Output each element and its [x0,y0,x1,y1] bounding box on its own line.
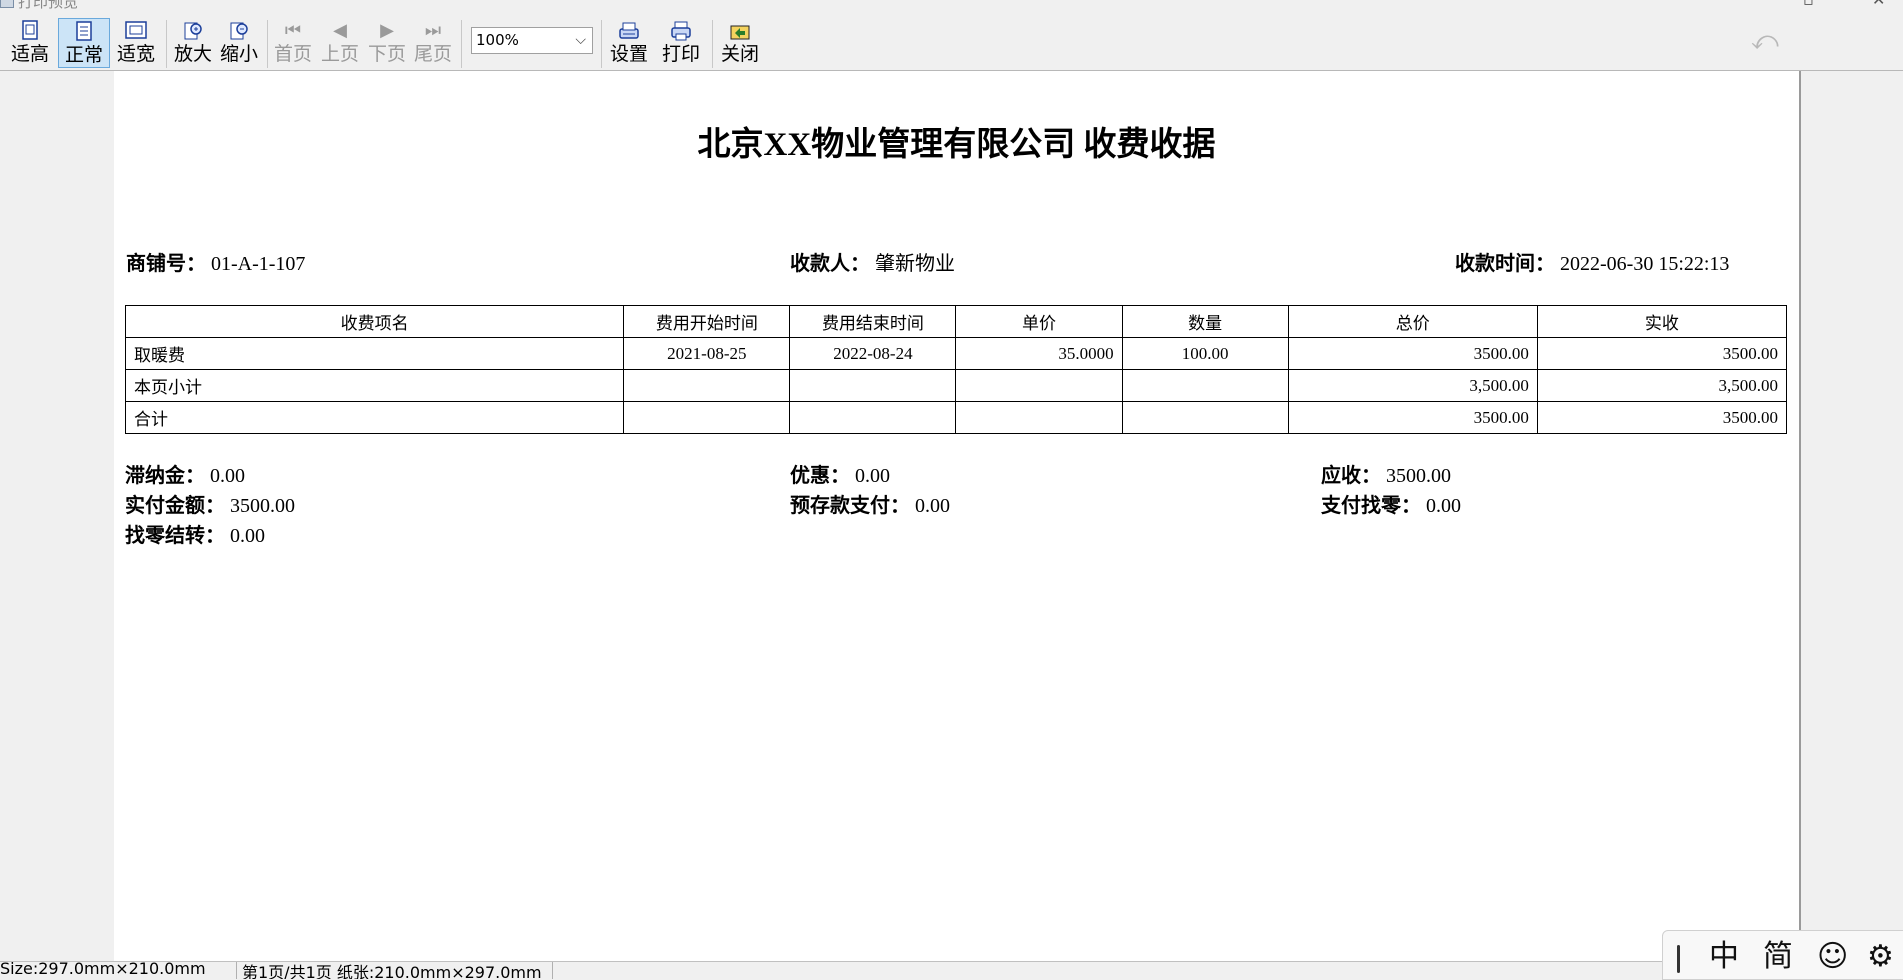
page-edge [1799,71,1801,961]
prev-page-button[interactable]: ◀ 上页 [319,18,361,68]
table-cell [623,369,791,402]
zoom-select[interactable]: 100% ⌵ [471,27,593,54]
toolbar: 适高 正常 适宽 放大 缩小 ⏮ 首页 ◀ 上页 ▶ 下页 ⏭ 尾页 100% … [0,14,1903,71]
table-row: 合计 3500.00 3500.00 [124,401,1788,434]
zoom-in-icon [182,20,204,42]
payee: 收款人： 肇新物业 [790,253,955,275]
fit-height-icon [19,20,41,42]
maximize-button[interactable]: ▫ [1803,0,1814,9]
table-cell: 取暖费 [124,337,625,370]
receivable: 应收： 3500.00 [1321,465,1451,487]
table-cell: 3,500.00 [1536,369,1788,402]
close-button[interactable]: 关闭 [718,18,762,68]
column-header: 费用开始时间 [623,305,791,338]
drag-handle[interactable] [1677,945,1680,973]
column-header: 实收 [1536,305,1788,338]
table-cell [789,401,957,434]
column-header: 总价 [1287,305,1538,338]
first-page-icon: ⏮ [284,20,302,41]
status-divider [552,962,553,979]
column-header: 费用结束时间 [789,305,957,338]
close-window-button[interactable]: ✕ [1872,0,1885,9]
table-cell: 3500.00 [1536,337,1788,370]
receipt-page: 北京XX物业管理有限公司 收费收据 商铺号： 01-A-1-107 收款人： 肇… [114,71,1799,961]
table-cell [623,401,791,434]
title-bar: 打印预览 ▫ ✕ [0,0,1903,14]
table-cell [1121,369,1289,402]
toolbar-separator [461,20,462,68]
table-cell [955,369,1123,402]
app-icon [0,0,14,8]
discount: 优惠： 0.00 [790,465,890,487]
table-cell: 3500.00 [1536,401,1788,434]
payment-time: 收款时间： 2022-06-30 15:22:13 [1455,253,1730,275]
toolbar-separator [267,20,268,68]
payment-change: 支付找零： 0.00 [1321,495,1461,517]
column-header: 数量 [1121,305,1289,338]
column-header: 收费项名 [124,305,625,338]
last-page-button[interactable]: ⏭ 尾页 [412,18,454,68]
normal-size-icon [73,21,95,43]
table-row: 本页小计 3,500.00 3,500.00 [124,369,1788,402]
receipt-title: 北京XX物业管理有限公司 收费收据 [697,127,1216,163]
paper-size-status: Size:297.0mm×210.0mm [0,961,206,978]
shop-number: 商铺号： 01-A-1-107 [126,253,306,275]
zoom-out-icon [228,20,250,42]
late-fee: 滞纳金： 0.00 [125,465,245,487]
fit-width-icon [125,20,147,42]
toolbar-separator [166,20,167,68]
next-page-icon: ▶ [380,20,394,41]
preview-area[interactable]: 北京XX物业管理有限公司 收费收据 商铺号： 01-A-1-107 收款人： 肇… [0,71,1903,961]
table-cell: 合计 [124,401,625,434]
ime-charset-toggle[interactable]: 简 [1763,937,1793,977]
next-page-button[interactable]: ▶ 下页 [366,18,408,68]
table-cell: 本页小计 [124,369,625,402]
ime-toolbar[interactable]: 中 简 ☺ ⚙ [1662,930,1903,980]
paid-amount: 实付金额： 3500.00 [125,495,295,517]
undo-icon: ⤺ [1751,26,1779,56]
table-cell [1121,401,1289,434]
fee-table: 收费项名 费用开始时间 费用结束时间 单价 数量 总价 实收 取暖费 2021-… [124,305,1788,434]
table-cell [789,369,957,402]
gear-icon[interactable]: ⚙ [1867,937,1894,977]
window-title: 打印预览 [18,0,79,11]
last-page-icon: ⏭ [424,20,442,41]
zoom-value: 100% [476,31,519,49]
prepaid-payment: 预存款支付： 0.00 [790,495,950,517]
column-header: 单价 [955,305,1123,338]
exit-icon [729,20,751,42]
fit-width-button[interactable]: 适宽 [114,18,158,68]
zoom-in-button[interactable]: 放大 [172,18,214,68]
print-button[interactable]: 打印 [659,18,703,68]
toolbar-separator [601,20,602,68]
normal-size-button[interactable]: 正常 [58,18,110,68]
status-divider [236,962,237,979]
zoom-out-button[interactable]: 缩小 [218,18,260,68]
prev-page-icon: ◀ [333,20,347,41]
table-header-row: 收费项名 费用开始时间 费用结束时间 单价 数量 总价 实收 [124,305,1788,338]
table-cell: 3500.00 [1287,337,1538,370]
table-cell [955,401,1123,434]
emoji-icon[interactable]: ☺ [1817,937,1848,977]
table-cell: 2022-08-24 [789,337,957,370]
table-cell: 2021-08-25 [623,337,791,370]
settings-button[interactable]: 设置 [607,18,651,68]
page-status: 第1页/共1页 纸张:210.0mm×297.0mm [242,963,542,979]
table-row: 取暖费 2021-08-25 2022-08-24 35.0000 100.00… [124,337,1788,370]
status-bar: Size:297.0mm×210.0mm 第1页/共1页 纸张:210.0mm×… [0,961,1903,979]
table-cell: 35.0000 [955,337,1123,370]
printer-icon [670,20,692,42]
ime-mode-toggle[interactable]: 中 [1709,937,1739,977]
change-carryover: 找零结转： 0.00 [125,525,265,547]
chevron-down-icon: ⌵ [575,32,586,48]
table-cell: 100.00 [1121,337,1289,370]
fit-height-button[interactable]: 适高 [9,18,51,68]
toolbar-separator [712,20,713,68]
table-cell: 3500.00 [1287,401,1538,434]
table-cell: 3,500.00 [1287,369,1538,402]
first-page-button[interactable]: ⏮ 首页 [272,18,314,68]
page-setup-icon [618,20,640,42]
